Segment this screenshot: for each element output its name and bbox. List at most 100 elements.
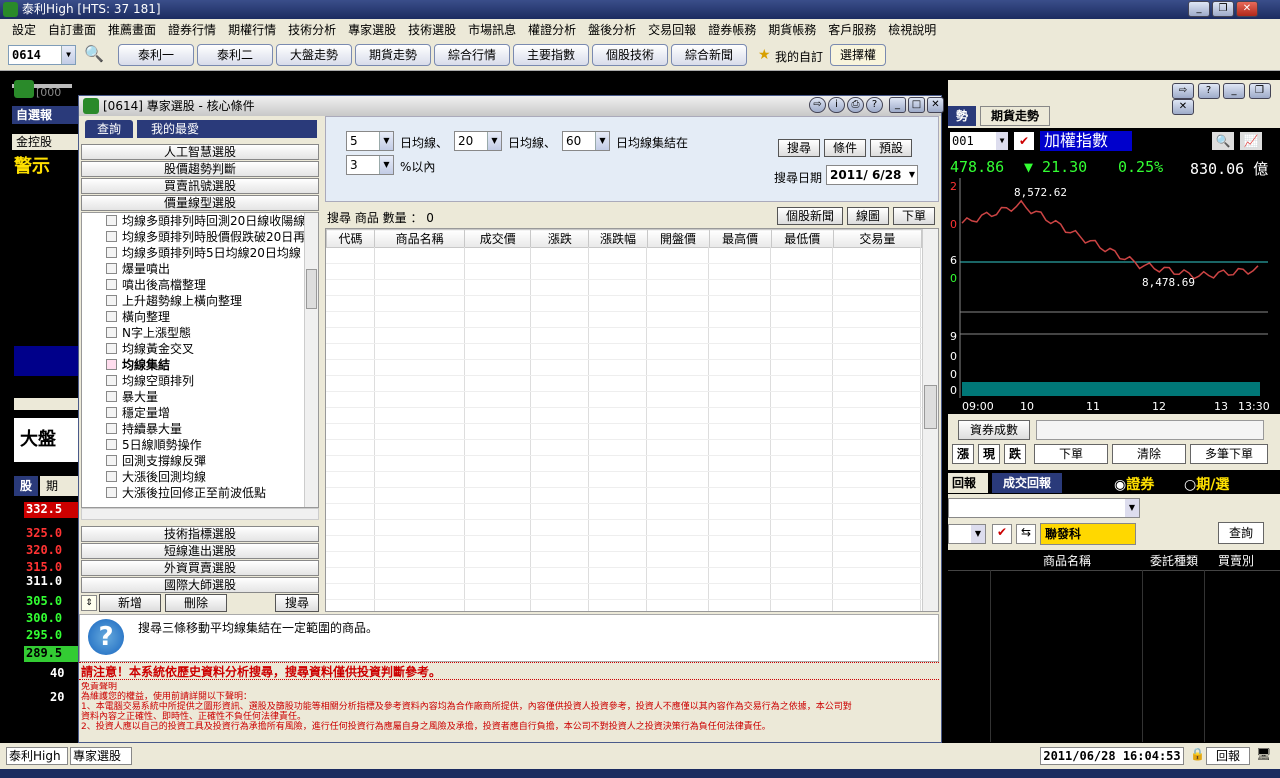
toolbar-button[interactable]: 大盤走勢 (276, 44, 352, 66)
chevron-down-icon[interactable]: ▼ (487, 132, 501, 150)
search-icon[interactable]: 🔍 (84, 44, 104, 63)
tab-favorites[interactable]: 我的最愛 (137, 120, 317, 138)
minimize-icon[interactable]: _ (1223, 83, 1245, 99)
radio-futures[interactable]: ○期/選 (1184, 474, 1229, 494)
tree-item[interactable]: 爆量噴出 (106, 261, 170, 277)
stock-name-combo[interactable]: 聯發科 (1040, 523, 1136, 545)
close-icon[interactable]: ✕ (927, 97, 944, 113)
chart-button[interactable]: 線圖 (847, 207, 889, 225)
tree-item[interactable]: 均線多頭排列時5日均線20日均線 (106, 245, 301, 261)
date-picker[interactable]: 2011/ 6/28 ▼ (826, 165, 918, 185)
add-button[interactable]: 新增 (99, 594, 161, 612)
help-icon[interactable]: ? (1197, 83, 1220, 99)
column-header[interactable]: 成交價 (464, 229, 532, 248)
tree-hscrollbar[interactable] (81, 508, 319, 520)
tree-item[interactable]: 回測支撐線反彈 (106, 453, 206, 469)
delete-button[interactable]: 刪除 (165, 594, 227, 612)
tab-trend[interactable]: 勢 (948, 106, 976, 126)
help-icon[interactable]: ? (866, 97, 883, 113)
tree-item[interactable]: 橫向整理 (106, 309, 170, 325)
condition-button[interactable]: 條件 (824, 139, 866, 157)
search-button[interactable]: 搜尋 (275, 594, 319, 612)
toolbar-button[interactable]: 泰利二 (197, 44, 273, 66)
chevron-down-icon[interactable]: ▼ (1125, 499, 1139, 517)
menu-item[interactable]: 期貨帳務 (762, 21, 822, 38)
tab-futures-trend[interactable]: 期貨走勢 (980, 106, 1050, 126)
radio-stock[interactable]: ◉證券 (1114, 474, 1154, 494)
menu-item[interactable]: 證券帳務 (702, 21, 762, 38)
menu-item[interactable]: 證券行情 (162, 21, 222, 38)
filter-combo[interactable]: ▼ (948, 524, 986, 544)
search-action-button[interactable]: 搜尋 (778, 139, 820, 157)
toolbar-button[interactable]: 主要指數 (513, 44, 589, 66)
checkbox-icon[interactable]: ✔ (992, 524, 1012, 544)
tree-item[interactable]: 穩定量增 (106, 405, 170, 421)
menu-item[interactable]: 檢視說明 (882, 21, 942, 38)
up-button[interactable]: 漲 (952, 444, 974, 464)
chevron-down-icon[interactable]: ▼ (595, 132, 609, 150)
menu-item[interactable]: 推薦畫面 (102, 21, 162, 38)
status-tab-app[interactable]: 泰利High (6, 747, 68, 765)
query-button[interactable]: 查詢 (1218, 522, 1264, 544)
tree-item[interactable]: 均線多頭排列時回測20日線收陽線 (106, 213, 305, 229)
column-header[interactable]: 開盤價 (646, 229, 710, 248)
down-button[interactable]: 跌 (1004, 444, 1026, 464)
order-button[interactable]: 下單 (893, 207, 935, 225)
multi-order-button[interactable]: 多筆下單 (1190, 444, 1268, 464)
toolbar-button[interactable]: 泰利一 (118, 44, 194, 66)
chevron-down-icon[interactable]: ▼ (971, 525, 985, 543)
tab-search[interactable]: 查詢 (85, 120, 133, 138)
menu-item[interactable]: 期權行情 (222, 21, 282, 38)
tab-fill-report[interactable]: 成交回報 (992, 473, 1062, 493)
ma2-select[interactable]: 20 ▼ (454, 131, 502, 151)
grid-scrollbar[interactable] (922, 229, 938, 611)
scrollbar[interactable] (14, 398, 80, 410)
scroll-thumb[interactable] (306, 269, 317, 309)
close-icon[interactable]: ✕ (1172, 99, 1194, 115)
range-select[interactable]: 3 ▼ (346, 155, 394, 175)
news-button[interactable]: 個股新聞 (777, 207, 843, 225)
stock-code-combo[interactable]: 0614 ▼ (8, 45, 76, 65)
column-header[interactable]: 交易量 (832, 229, 923, 248)
tree-item[interactable]: 噴出後高檔整理 (106, 277, 206, 293)
section-trend[interactable]: 股價趨勢判斷 (81, 161, 319, 177)
tab-stock[interactable]: 股 (14, 476, 38, 496)
column-header[interactable]: 最低價 (770, 229, 834, 248)
tree-item-selected[interactable]: 均線集結 (106, 357, 170, 373)
chevron-down-icon[interactable]: ▼ (379, 156, 393, 174)
chevron-down-icon[interactable]: ▼ (909, 166, 915, 184)
index-code-combo[interactable]: 001 ▼ (950, 132, 1008, 150)
swap-icon[interactable]: ⇆ (1016, 524, 1036, 544)
info-icon[interactable]: i (828, 97, 845, 113)
toolbar-button[interactable]: 期貨走勢 (355, 44, 431, 66)
tree-item[interactable]: 大漲後拉回修正至前波低點 (106, 485, 266, 501)
tab-futures[interactable]: 期 (40, 476, 78, 496)
tree-item[interactable]: 上升趨勢線上橫向整理 (106, 293, 242, 309)
status-tab-screener[interactable]: 專家選股 (70, 747, 132, 765)
spot-button[interactable]: 現 (978, 444, 1000, 464)
column-header[interactable]: 代碼 (326, 229, 376, 248)
section-pattern[interactable]: 價量線型選股 (81, 195, 319, 211)
section-technical[interactable]: 技術指標選股 (81, 526, 319, 542)
tab-watchlist[interactable]: 自選報 (12, 106, 78, 124)
tree-item[interactable]: 均線多頭排列時股價假跌破20日再 (106, 229, 305, 245)
arrow-icon[interactable]: ⇨ (1172, 83, 1194, 99)
menu-item[interactable]: 交易回報 (642, 21, 702, 38)
menu-item[interactable]: 設定 (6, 21, 42, 38)
scroll-thumb[interactable] (924, 385, 937, 429)
maximize-icon[interactable]: □ (908, 97, 925, 113)
section-ai[interactable]: 人工智慧選股 (81, 144, 319, 160)
chevron-down-icon[interactable]: ▼ (379, 132, 393, 150)
tree-item[interactable]: 暴大量 (106, 389, 158, 405)
column-header[interactable]: 最高價 (708, 229, 772, 248)
favorites-button[interactable]: 我的自訂 (775, 48, 823, 65)
group-label[interactable]: 金控股 (12, 134, 78, 150)
toolbar-button[interactable]: 綜合新聞 (671, 44, 747, 66)
tree-item[interactable]: 均線空頭排列 (106, 373, 194, 389)
section-shortterm[interactable]: 短線進出選股 (81, 543, 319, 559)
restore-icon[interactable]: ❐ (1212, 1, 1234, 17)
print-icon[interactable]: ⎙ (847, 97, 864, 113)
tree-item[interactable]: 5日線順勢操作 (106, 437, 202, 453)
report-button[interactable]: 回報 (1206, 747, 1250, 765)
menu-item[interactable]: 權證分析 (522, 21, 582, 38)
